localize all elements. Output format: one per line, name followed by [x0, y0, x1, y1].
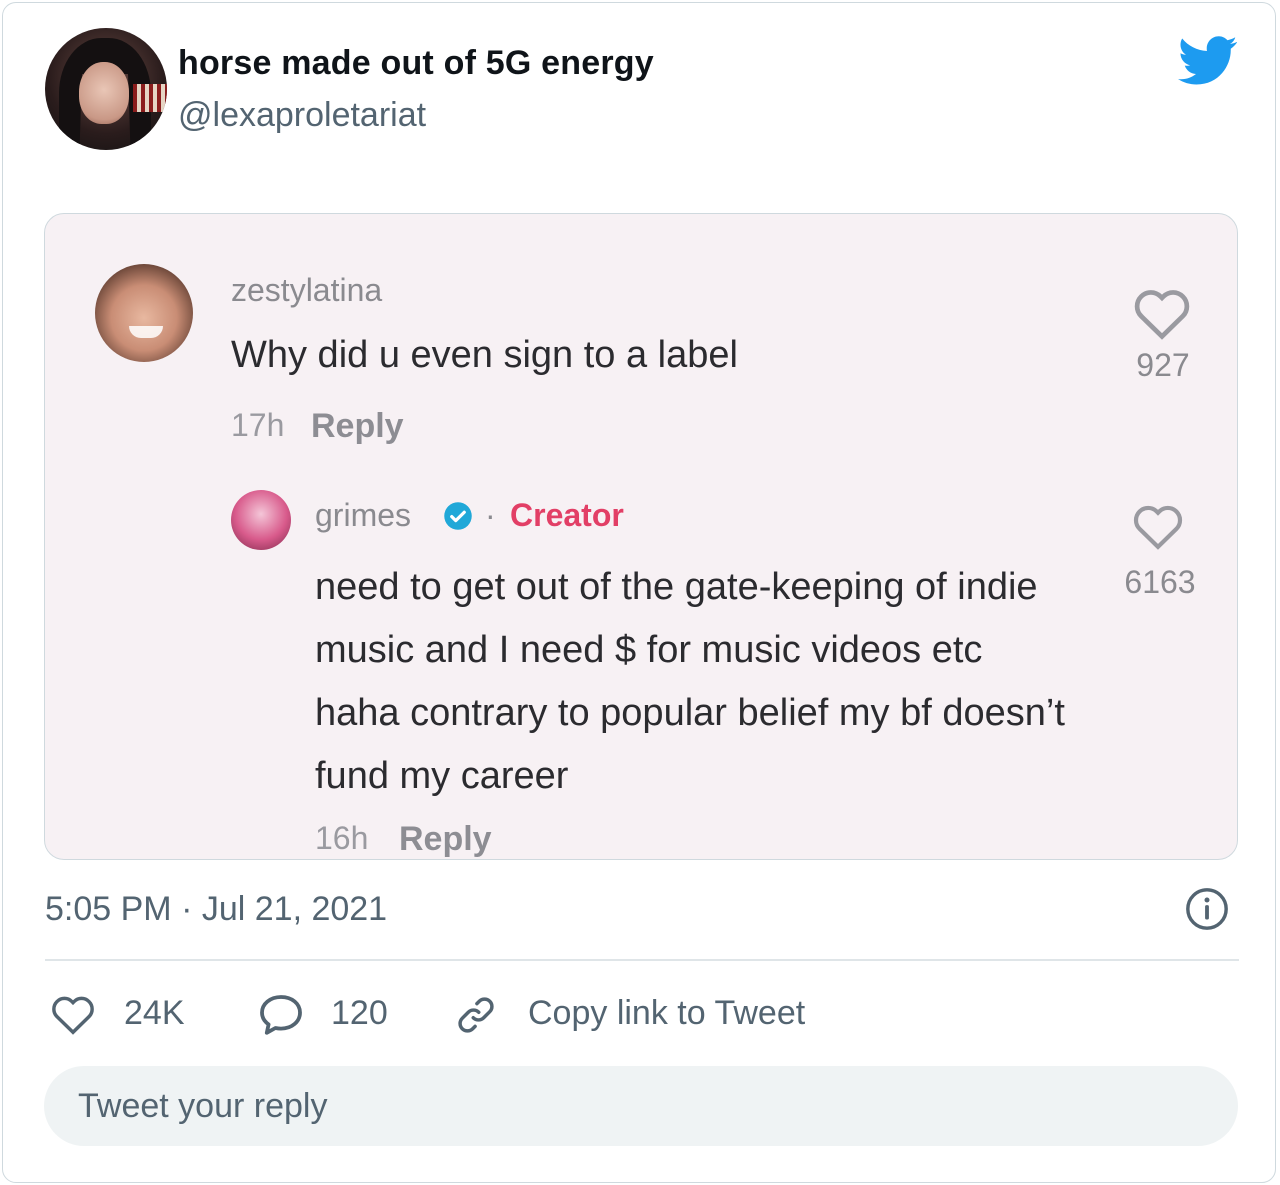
reply-time: 16h [315, 820, 369, 856]
reply-input-placeholder: Tweet your reply [78, 1086, 328, 1125]
like-count[interactable]: 24K [124, 994, 185, 1033]
divider [45, 959, 1239, 961]
commenter-avatar [95, 264, 193, 362]
creator-badge: Creator [510, 497, 624, 533]
avatar-background-sign [133, 84, 167, 112]
author-display-name[interactable]: horse made out of 5G energy [178, 44, 654, 83]
comment-reply-label: Reply [311, 407, 404, 445]
author-handle[interactable]: @lexaproletariat [178, 96, 426, 135]
reply-username: grimes [315, 497, 412, 533]
comment-like-count: 927 [1136, 347, 1190, 383]
reply-text: need to get out of the gate-keeping of i… [315, 566, 1065, 797]
info-icon[interactable] [1184, 886, 1230, 932]
heart-icon[interactable] [50, 995, 96, 1035]
copy-link-button[interactable]: Copy link to Tweet [528, 994, 805, 1033]
reply-bubble-icon[interactable] [257, 993, 305, 1037]
heart-icon [1133, 505, 1183, 550]
avatar-smile [129, 326, 163, 338]
verified-icon [444, 502, 472, 530]
reply-input[interactable]: Tweet your reply [44, 1066, 1238, 1146]
comment-text: Why did u even sign to a label [231, 334, 738, 376]
comment-username: zestylatina [231, 272, 383, 308]
tweet-timestamp[interactable]: 5:05 PM · Jul 21, 2021 [45, 890, 387, 929]
author-avatar[interactable] [45, 28, 167, 150]
reply-like-count: 6163 [1124, 564, 1196, 600]
heart-icon [1134, 290, 1190, 340]
reply-count[interactable]: 120 [331, 994, 388, 1033]
reply-reply-label: Reply [399, 820, 492, 858]
embedded-image[interactable]: zestylatina Why did u even sign to a lab… [44, 213, 1238, 860]
link-icon[interactable] [452, 993, 500, 1037]
avatar-face [79, 62, 129, 124]
comment-time: 17h [231, 407, 285, 443]
twitter-bird-icon[interactable] [1178, 36, 1238, 86]
reply-separator: · [485, 497, 496, 533]
reply-avatar [231, 490, 291, 550]
